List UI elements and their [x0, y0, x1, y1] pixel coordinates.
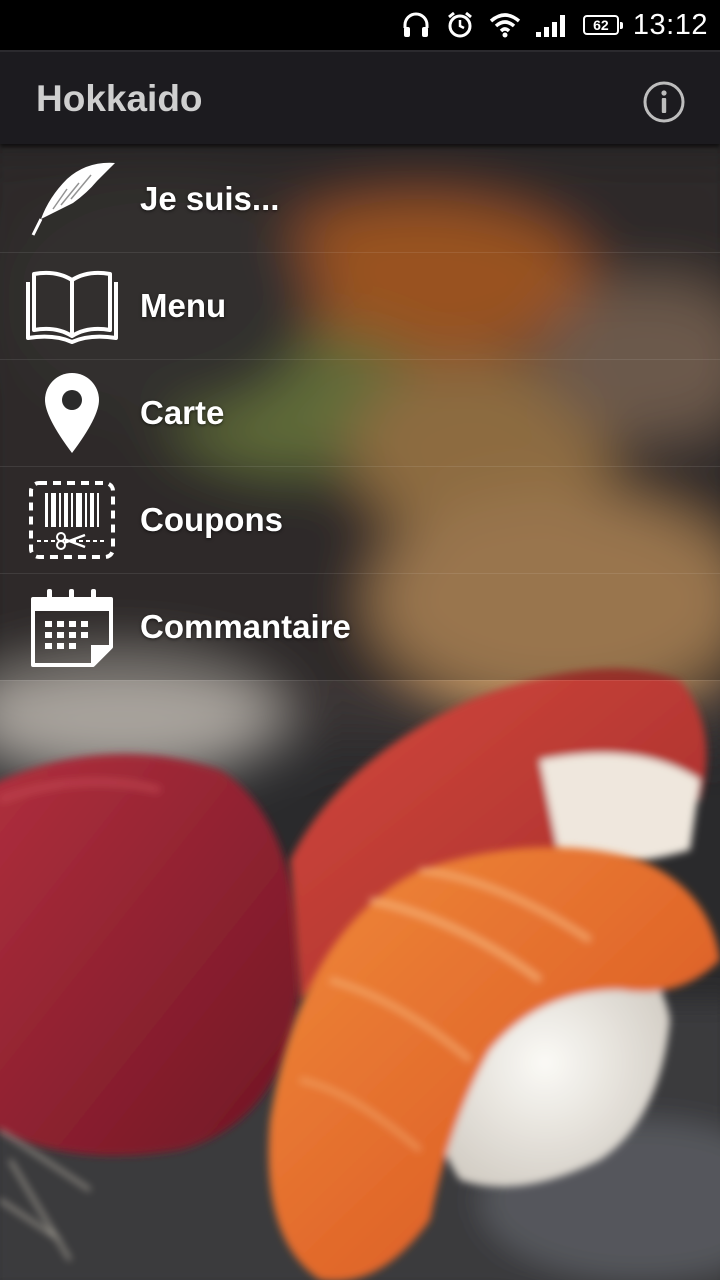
nav-item-label: Carte [140, 394, 225, 431]
battery-level: 62 [593, 17, 609, 33]
barcode-coupon-icon [24, 475, 120, 565]
nav-item-je-suis[interactable]: Je suis... [0, 146, 720, 253]
nav-item-coupons[interactable]: Coupons [0, 467, 720, 574]
nav-item-label: Coupons [140, 501, 283, 538]
nav-item-label: Je suis... [140, 180, 280, 217]
nav-item-label: Menu [140, 287, 227, 324]
alarm-icon [445, 10, 475, 40]
headset-icon [401, 10, 431, 40]
nav-item-label: Commantaire [140, 608, 351, 645]
app-bar: Hokkaido [0, 50, 720, 144]
nav-item-commantaire[interactable]: Commantaire [0, 574, 720, 681]
nav-item-carte[interactable]: Carte [0, 360, 720, 467]
calendar-icon [24, 582, 120, 672]
nav-item-menu[interactable]: Menu [0, 253, 720, 360]
signal-icon [535, 12, 569, 38]
open-book-icon [24, 261, 120, 351]
clock: 13:12 [632, 8, 708, 41]
feather-icon [24, 154, 120, 244]
map-pin-icon [24, 368, 120, 458]
nav-list: Je suis... Menu Carte Coupons Commantair… [0, 146, 720, 681]
app-title: Hokkaido [36, 78, 203, 119]
status-bar: 62 13:12 [0, 0, 720, 50]
battery-icon: 62 [582, 15, 623, 35]
info-button[interactable] [642, 80, 686, 124]
wifi-icon [489, 11, 521, 39]
status-icons: 62 13:12 [401, 0, 708, 50]
info-icon [643, 81, 685, 123]
